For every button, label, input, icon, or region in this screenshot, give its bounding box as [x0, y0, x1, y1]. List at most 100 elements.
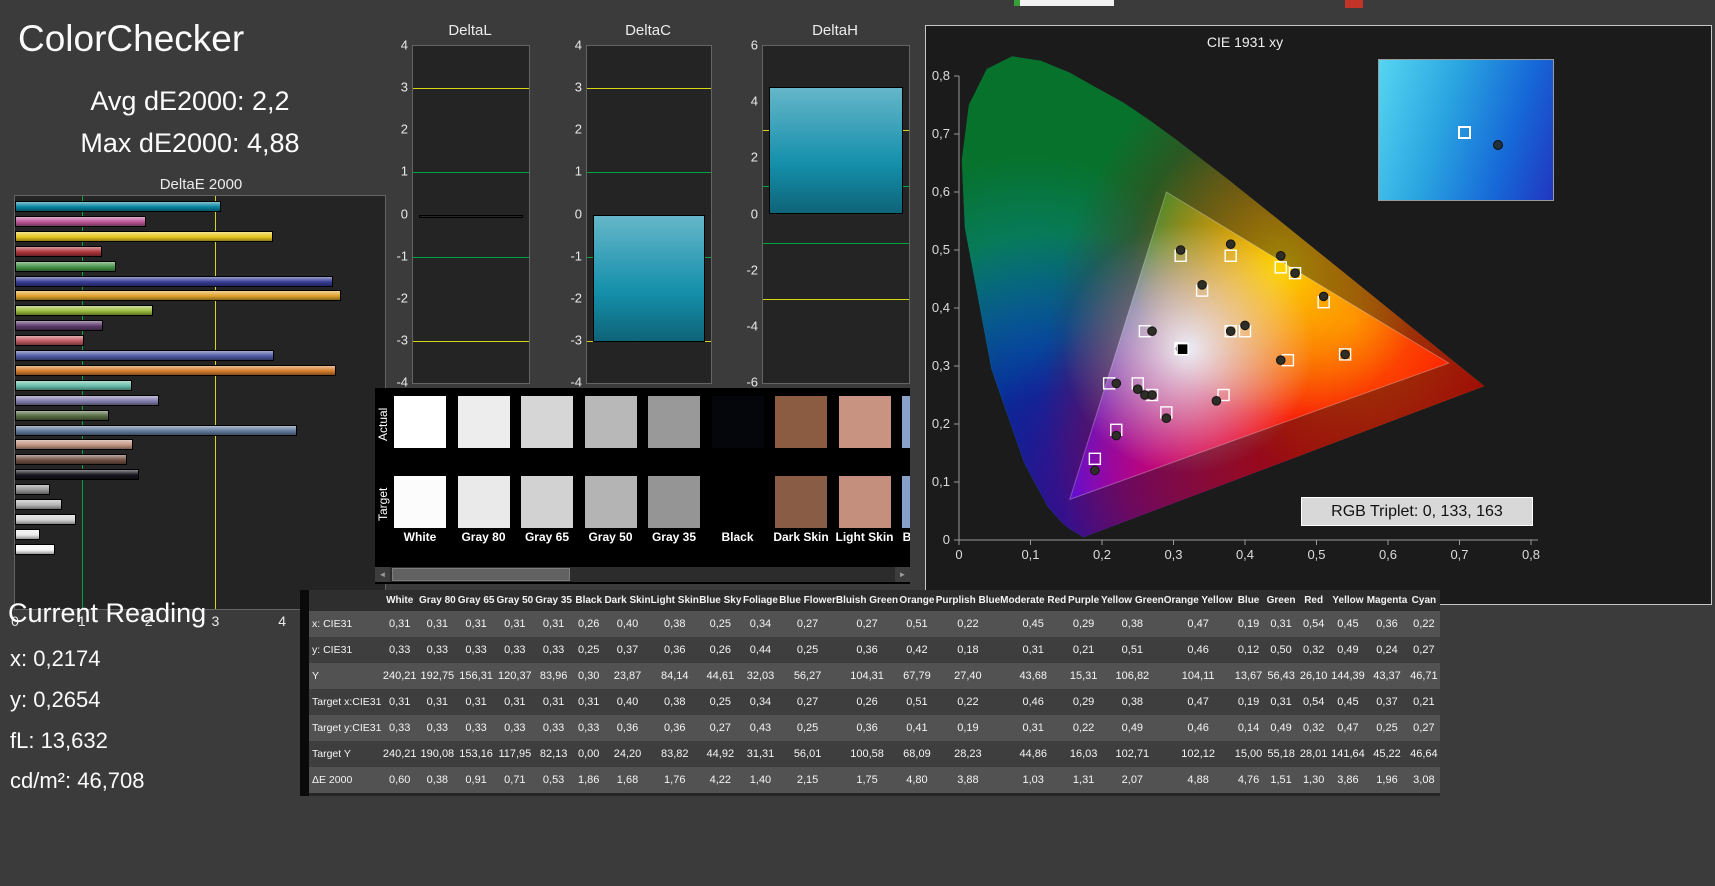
- table-cell: 0,60: [381, 767, 418, 793]
- table-cell: 15,31: [1066, 663, 1101, 689]
- table-cell: 3,88: [935, 767, 1001, 793]
- delta-bar-deltah: [769, 86, 903, 215]
- table-cell: 46,64: [1407, 741, 1440, 767]
- table-cell: 44,61: [698, 663, 742, 689]
- table-cell: 1,96: [1366, 767, 1408, 793]
- table-cell: 67,79: [898, 663, 936, 689]
- deltal-chart: DeltaL 4 3 2 1 0 -1 -2 -3 -4: [384, 22, 532, 404]
- table-cell: 31,31: [741, 741, 780, 767]
- deltal-chart-title: DeltaL: [448, 22, 492, 39]
- axis-tick-label: 4: [400, 37, 408, 53]
- table-cell: 0,25: [779, 715, 836, 741]
- axis-tick-label: 1: [574, 163, 582, 179]
- ref-line-green: [413, 172, 529, 174]
- table-cell: 0,43: [741, 715, 780, 741]
- table-cell: 1,86: [572, 767, 605, 793]
- table-cell: 56,43: [1264, 663, 1298, 689]
- scroll-right-button[interactable]: ►: [895, 567, 910, 582]
- table-cell: 104,11: [1163, 663, 1233, 689]
- y-tick-label: 0,3: [932, 358, 950, 373]
- patch-strip-scrollbar[interactable]: ◄ ►: [375, 567, 910, 582]
- deltae-bar-black: [15, 469, 140, 481]
- table-cell: 0,33: [534, 715, 573, 741]
- deltae2000-chart-title: DeltaE 2000: [159, 176, 243, 193]
- table-cell: 0,38: [1100, 611, 1164, 637]
- table-cell: 0,21: [1066, 637, 1101, 663]
- table-cell: 0,27: [779, 689, 836, 715]
- scrollbar-thumb[interactable]: [392, 568, 570, 581]
- measured-marker-foliage: [1197, 279, 1207, 290]
- patch-actual-gray-50: [584, 396, 637, 448]
- table-cell: 0,24: [1366, 637, 1408, 663]
- deltae-bar-red: [15, 245, 102, 257]
- x-tick-label: 0,4: [1236, 547, 1254, 562]
- table-cell: 0,31: [381, 611, 418, 637]
- deltah-plot: [762, 45, 910, 384]
- ref-line-green: [763, 242, 909, 244]
- table-cell: 0,38: [1100, 689, 1164, 715]
- column-header-gray-65: Gray 65: [456, 590, 496, 611]
- corner-cell: [309, 590, 382, 611]
- deltae-bar-blue-sky: [15, 424, 297, 436]
- table-cell: 0,91: [456, 767, 496, 793]
- axis-tick-label: -2: [570, 290, 582, 306]
- measured-marker-green: [1175, 245, 1186, 255]
- axis-tick-label: -1: [570, 248, 582, 264]
- table-cell: 104,31: [835, 663, 899, 689]
- table-cell: 0,45: [1329, 689, 1367, 715]
- table-cell: 0,25: [1366, 715, 1408, 741]
- table-cell: 0,31: [1264, 611, 1298, 637]
- table-cell: 23,87: [604, 663, 651, 689]
- table-cell: 0,30: [572, 663, 605, 689]
- table-cell: 192,75: [417, 663, 457, 689]
- deltae-bar-gray-35: [15, 484, 51, 496]
- table-cell: 0,51: [898, 611, 936, 637]
- table-row: ΔE 2000 0,60 0,38 0,91 0,71 0,53 1,86 1,68 1,76 4…: [309, 767, 1440, 793]
- table-cell: 83,82: [650, 741, 699, 767]
- colorchecker-app: ColorChecker Avg dE2000: 2,2 Max dE2000:…: [0, 0, 1715, 886]
- table-cell: 4,22: [698, 767, 742, 793]
- table-cell: 190,08: [417, 741, 457, 767]
- column-header-white: White: [381, 590, 418, 611]
- table-row: Y 240,21 192,75 156,31 120,37 83,96 0,30 23,87 8…: [309, 663, 1440, 689]
- cie-chart-title: CIE 1931 xy: [1206, 34, 1284, 50]
- table-cell: 0,34: [741, 689, 780, 715]
- table-cell: 46,71: [1407, 663, 1440, 689]
- ref-line-green: [587, 172, 711, 174]
- column-header-blue: Blue: [1232, 590, 1265, 611]
- deltae-bar-cyan: [15, 201, 221, 212]
- scroll-left-button[interactable]: ◄: [375, 567, 390, 582]
- measured-marker-orange: [1318, 291, 1329, 302]
- table-cell: 0,45: [1000, 611, 1067, 637]
- row-label: Target Y: [309, 741, 382, 767]
- axis-tick-label: -2: [746, 262, 758, 278]
- deltae-bar-magenta: [15, 215, 146, 227]
- deltae-bar-gray-50: [15, 499, 63, 510]
- ref-line-yellow: [413, 340, 529, 342]
- table-cell: 240,21: [381, 663, 418, 689]
- table-cell: 1,31: [1066, 767, 1101, 793]
- table-cell: 0,31: [417, 611, 457, 637]
- table-cell: 3,08: [1407, 767, 1440, 793]
- table-cell: 68,09: [898, 741, 936, 767]
- axis-tick-label: 3: [211, 613, 220, 629]
- table-cell: 0,22: [1407, 611, 1440, 637]
- deltae-bar-bluish-green: [15, 379, 132, 391]
- table-cell: 0,21: [1407, 689, 1440, 715]
- table-cell: 43,68: [1000, 663, 1067, 689]
- column-header-green: Green: [1264, 590, 1298, 611]
- cie-zoom-inset: [1378, 59, 1554, 201]
- ref-line-yellow: [763, 298, 909, 300]
- table-cell: 0,29: [1066, 611, 1101, 637]
- table-cell: 3,86: [1329, 767, 1367, 793]
- column-header-purplish-blue: Purplish Blue: [935, 590, 1001, 611]
- table-row: Target y:CIE31 0,33 0,33 0,33 0,33 0,33 0,33 0,…: [309, 715, 1440, 741]
- table-cell: 0,26: [698, 637, 742, 663]
- deltae2000-chart: DeltaE 2000 012345: [11, 176, 388, 646]
- measured-marker-orange-yellow: [1290, 268, 1300, 278]
- table-cell: 0,47: [1163, 689, 1233, 715]
- table-cell: 0,27: [779, 611, 836, 637]
- row-label: ΔE 2000: [309, 767, 382, 793]
- deltae-bar-gray-80: [15, 528, 41, 540]
- table-cell: 144,39: [1329, 663, 1367, 689]
